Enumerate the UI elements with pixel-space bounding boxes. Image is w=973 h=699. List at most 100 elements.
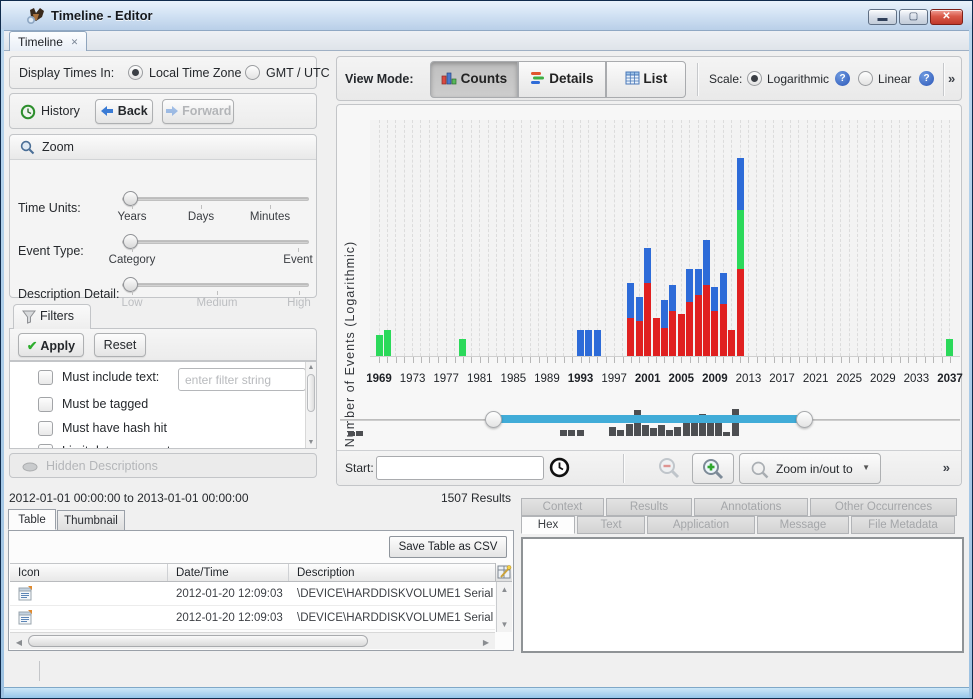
tab-thumbnail[interactable]: Thumbnail [57,510,125,531]
chart-bar-2006[interactable] [686,269,693,356]
range-toolbar-overflow[interactable]: » [943,460,951,475]
details-mode-button[interactable]: Details [518,61,606,98]
viewer-tab-other-occurrences[interactable]: Other Occurrences [810,498,957,516]
chart-bar-2009[interactable] [711,287,718,356]
apply-filters-button[interactable]: ✔ Apply [18,333,84,357]
toolbar-overflow-button[interactable]: » [948,71,956,86]
chart-bar-2003[interactable] [661,300,668,356]
gmt-utc-label[interactable]: GMT / UTC [266,66,330,80]
column-settings-button[interactable] [495,563,512,582]
tab-table[interactable]: Table [8,509,56,530]
filter-checkbox-1[interactable] [38,397,53,412]
slider-track-2[interactable] [122,283,309,287]
chart-bar-2000[interactable] [636,297,643,356]
logarithmic-radio[interactable] [747,71,762,86]
slider-thumb-0[interactable] [123,191,138,206]
viewer-tab-text[interactable]: Text [577,516,645,534]
tab-timeline[interactable]: Timeline ✕ [9,31,87,51]
linear-label[interactable]: Linear [878,72,911,86]
column-description[interactable]: Description [289,564,495,581]
linear-help-icon[interactable]: ? [919,71,934,86]
chart-bar-1999[interactable] [627,283,634,356]
gmt-utc-radio[interactable] [245,65,260,80]
viewer-tab-context[interactable]: Context [521,498,604,516]
start-input[interactable] [376,456,544,480]
filter-scroll-thumb[interactable] [307,374,315,412]
viewer-tab-file-metadata[interactable]: File Metadata [851,516,955,534]
filter-label-2[interactable]: Must have hash hit [62,421,167,435]
chart-bar-2037[interactable] [946,339,953,356]
table-scroll-up-icon[interactable]: ▲ [497,585,512,594]
chart-bar-2012[interactable] [737,158,744,356]
viewer-tab-results[interactable]: Results [606,498,692,516]
filters-tab[interactable]: Filters [13,304,91,329]
slider-thumb-1[interactable] [123,234,138,249]
viewer-tab-hex[interactable]: Hex [521,516,575,534]
logarithmic-label[interactable]: Logarithmic [767,72,829,86]
column-icon[interactable]: Icon [10,564,168,581]
viewer-tab-message[interactable]: Message [757,516,849,534]
filter-label-0[interactable]: Must include text: [62,370,159,384]
chart-bar-2011[interactable] [728,330,735,356]
filter-label-3[interactable]: Limit data sources to [62,444,177,449]
table-hscroll-thumb[interactable] [28,635,368,647]
viewer-tab-annotations[interactable]: Annotations [694,498,808,516]
chart-bar-2005[interactable] [678,314,685,356]
filter-scrollbar[interactable]: ▲ ▼ [305,362,316,448]
table-row[interactable]: 2012-01-20 12:09:03\DEVICE\HARDDISKVOLUM… [10,582,495,606]
range-slider-right-handle[interactable] [796,411,813,428]
list-mode-button[interactable]: List [606,61,686,98]
scroll-up-icon[interactable]: ▲ [306,364,316,371]
logarithmic-help-icon[interactable]: ? [835,71,850,86]
linear-radio[interactable] [858,71,873,86]
title-bar[interactable]: Timeline - Editor ▬ ▢ ✕ [1,1,972,31]
forward-button[interactable]: Forward [162,99,234,124]
filter-checkbox-0[interactable] [38,370,53,385]
filter-label-1[interactable]: Must be tagged [62,397,148,411]
slider-track-0[interactable] [122,197,309,201]
counts-mode-button[interactable]: Counts [430,61,518,98]
zoom-out-button[interactable] [648,453,690,484]
chart-plot-area[interactable] [370,120,960,357]
chart-bar-1993[interactable] [577,330,584,356]
chart-bar-1995[interactable] [594,330,601,356]
table-vscrollbar[interactable]: ▲ ▼ [496,582,512,632]
time-range-slider[interactable] [340,407,960,437]
maximize-button[interactable]: ▢ [899,9,928,25]
hex-content-area[interactable] [521,537,964,653]
clock-picker-icon[interactable] [549,457,570,478]
hidden-descriptions-bar[interactable]: Hidden Descriptions [9,453,317,478]
reset-filters-button[interactable]: Reset [94,333,146,357]
table-scroll-left-icon[interactable]: ◀ [14,638,24,647]
column-datetime[interactable]: Date/Time [168,564,289,581]
table-scroll-down-icon[interactable]: ▼ [497,620,512,629]
tab-close-icon[interactable]: ✕ [69,36,80,47]
filter-checkbox-2[interactable] [38,421,53,436]
save-csv-button[interactable]: Save Table as CSV [389,536,507,558]
slider-track-1[interactable] [122,240,309,244]
filter-text-input[interactable] [178,368,306,391]
zoom-in-button[interactable] [692,453,734,484]
chart-bar-2002[interactable] [653,318,660,356]
chart-bar-1979[interactable] [459,339,466,356]
table-row[interactable]: 2012-01-20 12:09:03\DEVICE\HARDDISKVOLUM… [10,606,495,630]
scroll-down-icon[interactable]: ▼ [306,439,316,446]
range-slider-left-handle[interactable] [485,411,502,428]
minimize-button[interactable]: ▬ [868,9,897,25]
chart-bar-1970[interactable] [384,330,391,356]
viewer-tab-application[interactable]: Application [647,516,755,534]
table-scroll-right-icon[interactable]: ▶ [481,638,491,647]
chart-bar-2004[interactable] [669,285,676,356]
chart-bar-2010[interactable] [720,273,727,356]
filter-checkbox-3[interactable] [38,444,53,449]
chart-bar-2008[interactable] [703,240,710,356]
local-timezone-radio[interactable] [128,65,143,80]
chart-bar-1969[interactable] [376,335,383,356]
chart-bar-2001[interactable] [644,248,651,356]
slider-thumb-2[interactable] [123,277,138,292]
table-hscrollbar[interactable]: ◀ ▶ [10,632,495,649]
chart-bar-2007[interactable] [695,269,702,356]
back-button[interactable]: Back [95,99,153,124]
range-slider-selection[interactable] [493,415,804,423]
chart-bar-1994[interactable] [585,330,592,356]
